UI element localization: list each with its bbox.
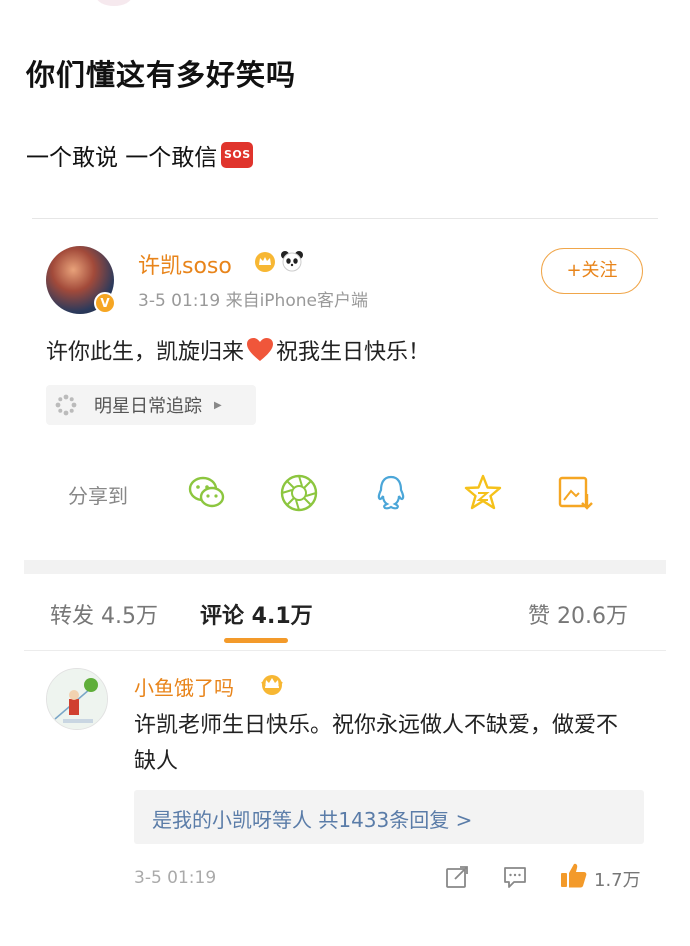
share-label: 分享到 — [68, 484, 128, 508]
author-name[interactable]: 许凯soso — [138, 248, 232, 280]
qzone-icon[interactable] — [462, 472, 504, 514]
replies-summary[interactable]: 是我的小凯呀等人 共1433条回复 > — [134, 790, 644, 844]
topic-icon — [55, 394, 77, 416]
weibo-screenshot-card: V 许凯soso 3-5 01:19 来自iPhone客户端 +关注 许你此生，… — [24, 218, 666, 930]
thumbs-up-icon[interactable] — [558, 860, 588, 890]
topic-chip[interactable]: 明星日常追踪 ▶ — [46, 385, 256, 425]
panda-icon — [281, 251, 303, 272]
post-subtitle-text: 一个敢说 一个敢信 — [26, 145, 218, 171]
comment-text: 许凯老师生日快乐。祝你永远做人不缺爱，做爱不缺人 — [134, 713, 619, 774]
section-separator — [24, 560, 666, 574]
commenter-name[interactable]: 小鱼饿了吗 — [134, 672, 234, 701]
commenter-avatar-image — [47, 669, 107, 729]
active-tab-indicator — [224, 638, 288, 643]
interaction-tabs: 转发 4.5万 评论 4.1万 赞 20.6万 — [24, 598, 666, 643]
sos-emoji-icon: SOS — [221, 142, 254, 168]
weibo-post-text: 许你此生，凯旋归来 祝我生日快乐！ — [46, 334, 430, 366]
comment-icon[interactable] — [502, 864, 528, 890]
card-divider — [32, 218, 658, 219]
previous-avatar-fragment — [96, 0, 132, 6]
verified-badge-icon: V — [94, 292, 116, 314]
tabs-divider — [24, 650, 666, 651]
commenter-avatar[interactable] — [46, 668, 108, 730]
topic-label: 明星日常追踪 — [94, 396, 202, 417]
like-count: 1.7万 — [594, 870, 641, 891]
tab-comments[interactable]: 评论 4.1万 — [200, 598, 313, 630]
share-row: 分享到 — [24, 468, 666, 518]
qq-icon[interactable] — [370, 472, 412, 514]
moments-icon[interactable] — [278, 472, 320, 514]
follow-button[interactable]: +关注 — [541, 248, 643, 294]
post-subtitle: 一个敢说 一个敢信 SOS — [26, 138, 254, 172]
tab-likes[interactable]: 赞 20.6万 — [528, 598, 628, 630]
post-text-part-1: 许你此生，凯旋归来 — [46, 340, 245, 365]
replies-summary-text: 是我的小凯呀等人 共1433条回复 > — [152, 808, 473, 832]
post-text-part-2: 祝我生日快乐！ — [276, 340, 431, 365]
wechat-icon[interactable] — [186, 472, 228, 514]
crown-icon — [255, 252, 275, 272]
tab-repost[interactable]: 转发 4.5万 — [50, 598, 158, 630]
chevron-right-icon: ▶ — [214, 399, 222, 411]
comment-time: 3-5 01:19 — [134, 868, 217, 888]
heart-icon — [247, 338, 274, 361]
vip-crown-icon — [261, 675, 283, 695]
post-meta: 3-5 01:19 来自iPhone客户端 — [138, 291, 368, 311]
forward-icon[interactable] — [444, 864, 470, 890]
post-title: 你们懂这有多好笑吗 — [26, 58, 297, 92]
save-image-icon[interactable] — [554, 472, 596, 514]
